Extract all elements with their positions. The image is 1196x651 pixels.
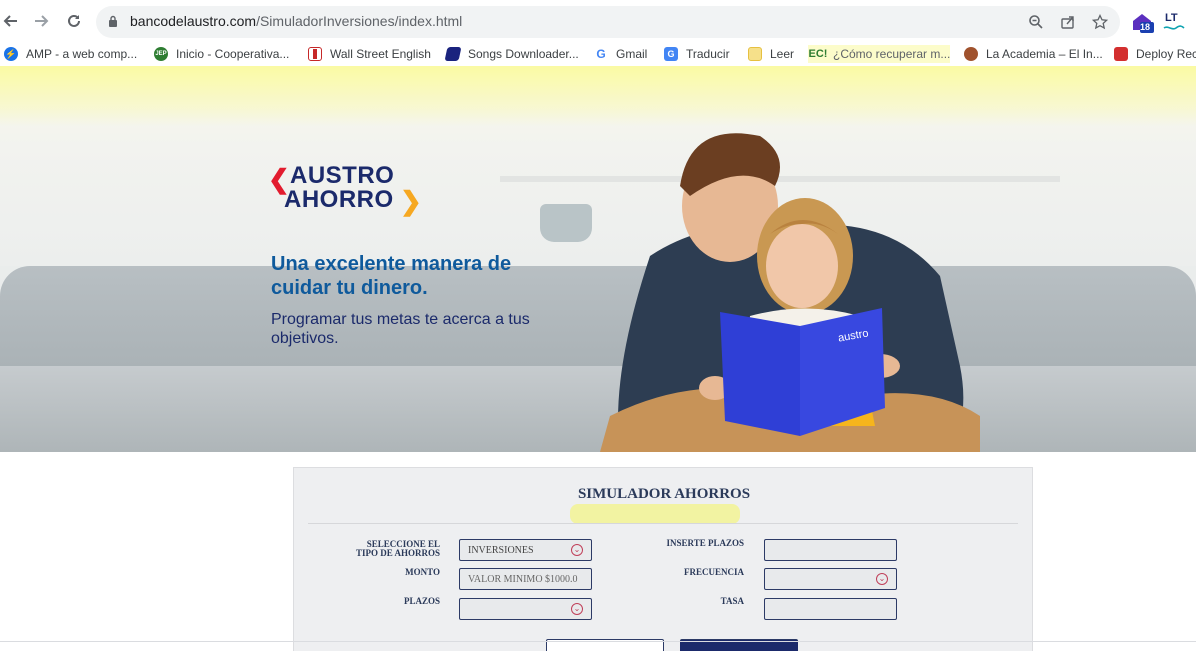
bookmark-label: Gmail [616,47,648,61]
bookmark-la-academia[interactable]: La Academia – El In... [964,45,1103,63]
label-plazos: PLAZOS [403,596,440,606]
logo-line2: AHORRO [284,186,394,213]
bookmark-yellow-icon [748,47,762,61]
bookmark-como-recuperar[interactable]: EC! ¿Cómo recuperar m... [808,45,951,63]
ec-icon: EC! [808,48,828,60]
academia-icon [964,47,978,61]
bookmark-label: ¿Cómo recuperar m... [833,47,951,61]
bookmark-label: Deploy Rec [1136,47,1196,61]
monto-input[interactable]: VALOR MINIMO $1000.0 [459,568,592,590]
bookmark-label: Traducir [686,47,730,61]
simulator-panel: SIMULADOR AHORROS SELECCIONE EL TIPO DE … [293,467,1033,651]
reload-icon[interactable] [63,10,85,32]
bookmark-leer[interactable]: Leer [748,45,794,63]
bookmark-wall-street-english[interactable]: Wall Street English [308,45,431,63]
jep-icon: JEP [154,47,168,61]
bookmark-gmail[interactable]: G Gmail [594,45,647,63]
bookmark-label: Inicio - Cooperativa... [176,47,290,61]
frecuencia-select[interactable]: ⌄ [764,568,897,590]
deploy-icon [1114,47,1128,61]
page-content: austro ❮ AUSTRO AHORRO ❯ Una excelente m… [0,66,1196,651]
star-bookmark-icon[interactable] [1090,12,1110,32]
google-icon: G [594,47,608,61]
extension-badge: 18 [1140,22,1151,32]
bookmark-label: Wall Street English [330,47,431,61]
bookmarks-bar: ⚡ AMP - a web comp... JEP Inicio - Coopera… [0,42,1196,66]
simulator-divider [308,523,1018,524]
translate-icon: G [664,47,678,61]
label-frecuencia: FRECUENCIA [683,567,744,577]
hero-plant-pot [540,204,592,242]
extension-house-icon[interactable]: 18 [1130,10,1154,34]
bookmark-cooperativa[interactable]: JEP Inicio - Cooperativa... [154,45,289,63]
bookmark-amp[interactable]: ⚡ AMP - a web comp... [4,45,137,63]
label-tipo-ahorros: SELECCIONE EL TIPO DE AHORROS [355,539,440,558]
url-host: bancodelaustro.com [130,13,257,29]
bookmark-traducir[interactable]: G Traducir [664,45,730,63]
chevron-down-icon[interactable]: ⌄ [876,573,888,585]
simulator-title-wrap: SIMULADOR AHORROS [294,486,1034,524]
bookmark-label: Leer [770,47,795,61]
share-icon[interactable] [1058,12,1078,32]
address-bar[interactable]: bancodelaustro.com/SimuladorInversiones/… [96,6,1120,38]
browser-toolbar: bancodelaustro.com/SimuladorInversiones/… [0,0,1196,42]
hero-subline: Programar tus metas te acerca a tus obje… [271,311,530,347]
tipo-ahorros-value: INVERSIONES [468,545,534,556]
bookmark-label: Songs Downloader... [468,47,579,61]
bookmark-songs-downloader[interactable]: Songs Downloader... [444,45,579,63]
bookmark-deploy[interactable]: Deploy Rec [1114,45,1196,63]
wse-icon [308,47,322,61]
bookmark-label: AMP - a web comp... [26,47,138,61]
tipo-ahorros-select[interactable]: INVERSIONES ⌄ [459,539,592,561]
url-path: /SimuladorInversiones/index.html [256,13,463,29]
title-highlight [570,504,740,524]
label-monto: MONTO [405,567,440,577]
logo-chevron-right-icon: ❯ [400,186,422,216]
tasa-input[interactable] [764,598,897,620]
bookmark-label: La Academia – El In... [986,47,1103,61]
hero-banner: austro ❮ AUSTRO AHORRO ❯ Una excelente m… [0,66,1196,452]
label-tasa: TASA [720,596,744,606]
forward-arrow-icon[interactable] [30,10,52,32]
label-inserte-plazos: INSERTE PLAZOS [666,538,744,548]
page-bottom-divider [0,641,1196,642]
monto-placeholder: VALOR MINIMO $1000.0 [468,574,578,585]
chevron-down-icon[interactable]: ⌄ [571,603,583,615]
songs-icon [444,47,462,61]
plazos-select[interactable]: ⌄ [459,598,592,620]
amp-icon: ⚡ [4,47,18,61]
chevron-down-icon[interactable]: ⌄ [571,544,583,556]
back-arrow-icon[interactable] [0,10,22,32]
hero-people-image [600,133,980,452]
austro-ahorro-logo: ❮ AUSTRO AHORRO ❯ [268,162,438,216]
url-text[interactable]: bancodelaustro.com/SimuladorInversiones/… [130,13,462,29]
inserte-plazos-input[interactable] [764,539,897,561]
lock-icon[interactable] [108,15,118,27]
zoom-icon[interactable] [1026,12,1046,32]
hero-headline: Una excelente manera de cuidar tu dinero… [271,253,512,299]
languagetool-extension-icon[interactable]: LT [1162,10,1186,34]
simulator-title: SIMULADOR AHORROS [577,486,751,502]
